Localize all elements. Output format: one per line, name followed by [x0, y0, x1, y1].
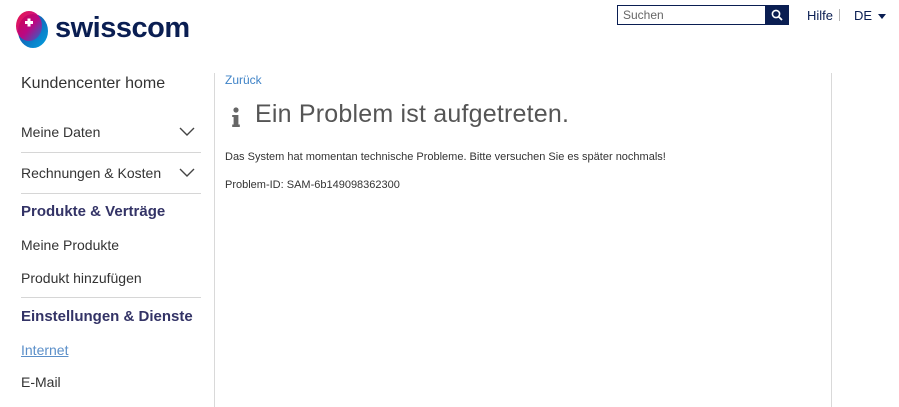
error-message: Das System hat momentan technische Probl… — [225, 151, 666, 163]
language-selector[interactable]: DE — [854, 8, 887, 23]
chevron-down-icon[interactable] — [179, 168, 195, 178]
sidebar-heading-produkte: Produkte & Verträge — [21, 203, 166, 220]
brand-name: swisscom — [55, 11, 190, 44]
sidebar-link-email[interactable]: E-Mail — [21, 374, 61, 390]
problem-id: Problem-ID: SAM-6b149098362300 — [225, 179, 400, 191]
sidebar-item-label: Rechnungen & Kosten — [21, 165, 162, 181]
content-border-left — [214, 73, 215, 407]
search-input[interactable] — [617, 5, 765, 25]
language-label: DE — [854, 8, 873, 23]
sidebar-link-produkt-hinzufuegen[interactable]: Produkt hinzufügen — [21, 270, 142, 286]
info-icon — [232, 107, 240, 127]
search-button[interactable] — [765, 5, 789, 25]
sidebar-divider — [21, 152, 201, 153]
sidebar-heading-einstellungen: Einstellungen & Dienste — [21, 308, 193, 325]
sidebar-divider — [21, 297, 201, 298]
caret-down-icon — [878, 13, 887, 19]
search-icon — [771, 9, 783, 21]
sidebar-item-meine-daten[interactable]: Meine Daten — [21, 124, 100, 140]
sidebar-link-meine-produkte[interactable]: Meine Produkte — [21, 237, 119, 253]
search-bar — [617, 5, 789, 25]
swisscom-logo[interactable]: swisscom — [14, 4, 190, 52]
error-title: Ein Problem ist aufgetreten. — [255, 100, 570, 128]
swisscom-lifeform-icon — [16, 11, 48, 48]
sidebar-link-internet[interactable]: Internet — [21, 342, 68, 358]
help-link[interactable]: Hilfe — [807, 8, 833, 23]
sidebar-item-rechnungen[interactable]: Rechnungen & Kosten — [21, 165, 161, 181]
content-border-right — [831, 73, 832, 407]
header-separator — [839, 9, 840, 21]
sidebar-divider — [21, 193, 201, 194]
sidebar-item-label: Meine Daten — [21, 124, 101, 140]
back-link[interactable]: Zurück — [225, 73, 262, 87]
sidebar-home-link[interactable]: Kundencenter home — [21, 75, 165, 93]
chevron-down-icon[interactable] — [179, 127, 195, 137]
